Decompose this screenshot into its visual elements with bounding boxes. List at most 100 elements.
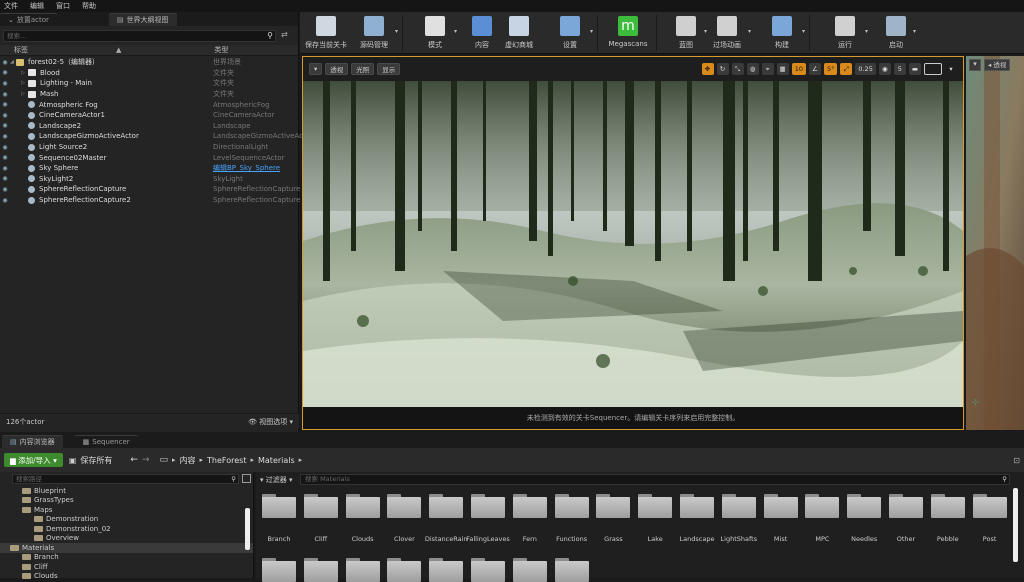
breadcrumb-materials[interactable]: Materials — [258, 456, 295, 465]
outliner-row[interactable]: ◉ ▷ Blood 文件夹 — [0, 68, 298, 79]
asset-folder-label[interactable]: Fern — [507, 535, 553, 543]
dropdown-arrow-icon[interactable]: ▾ — [802, 28, 805, 35]
visibility-eye-icon[interactable]: ◉ — [0, 133, 10, 140]
filters-button[interactable]: ▾ 过滤器 ▾ — [260, 475, 293, 485]
visibility-eye-icon[interactable]: ◉ — [0, 175, 10, 182]
tab-content-browser[interactable]: ▤ 内容浏览器 — [2, 435, 63, 448]
outliner-row[interactable]: ◉ CineCameraActor1 CineCameraActor — [0, 110, 298, 121]
world-local-icon[interactable]: ◍ — [746, 63, 759, 75]
folder-thumbnail-icon[interactable] — [805, 494, 840, 518]
visibility-eye-icon[interactable]: ◉ — [0, 144, 10, 151]
outliner-row[interactable]: ◉ Atmospheric Fog AtmosphericFog — [0, 99, 298, 110]
folder-thumbnail-icon[interactable] — [262, 558, 296, 582]
toolbar-button-modes[interactable]: 模式 ▾ — [415, 12, 457, 54]
folder-thumbnail-icon[interactable] — [345, 494, 380, 518]
breadcrumb-content[interactable]: 内容 — [180, 455, 196, 466]
folder-tree-item[interactable]: Overview — [0, 534, 253, 544]
toolbar-button-save[interactable]: 保存当前关卡 — [300, 12, 352, 54]
dropdown-arrow-icon[interactable]: ▾ — [590, 28, 593, 35]
asset-folder-label[interactable]: Grass — [590, 535, 636, 543]
folder-thumbnail-icon[interactable] — [303, 494, 338, 518]
asset-folder-label[interactable]: Cliff — [298, 535, 344, 543]
asset-folder-label[interactable]: DistanceRain — [423, 535, 469, 543]
asset-folder-label[interactable]: Functions — [549, 535, 595, 543]
asset-folder-label[interactable]: Other — [883, 535, 929, 543]
maximize-icon[interactable]: ▬ — [908, 63, 921, 75]
surface-snap-icon[interactable]: ⌖ — [761, 63, 774, 75]
visibility-eye-icon[interactable]: ◉ — [0, 112, 10, 119]
toolbar-button-build[interactable]: 构建 ▾ — [761, 12, 805, 54]
asset-folder-label[interactable]: Needles — [841, 535, 887, 543]
rotate-tool-icon[interactable]: ↻ — [716, 63, 729, 75]
visibility-eye-icon[interactable]: ◉ — [0, 165, 10, 172]
folder-tree-item[interactable]: Blueprint — [0, 486, 253, 496]
folder-tree-item[interactable]: GrassTypes — [0, 496, 253, 506]
folder-thumbnail-icon[interactable] — [889, 494, 923, 518]
outliner-row[interactable]: ◉ Light Source2 DirectionalLight — [0, 142, 298, 153]
viewport-options-button[interactable]: ▾ — [309, 63, 323, 75]
visibility-eye-icon[interactable]: ◉ — [0, 154, 10, 161]
outliner-row[interactable]: ◉ Sequence02Master LevelSequenceActor — [0, 152, 298, 163]
back-arrow-icon[interactable]: ← — [130, 455, 138, 465]
folder-thumbnail-icon[interactable] — [471, 558, 505, 582]
dropdown-arrow-icon[interactable]: ▾ — [913, 28, 916, 35]
folder-thumbnail-icon[interactable] — [429, 494, 464, 518]
lit-button[interactable]: 光照 — [351, 63, 375, 75]
outliner-search-input[interactable]: 搜索... ⚲ — [3, 30, 276, 42]
folder-tree-item[interactable]: Materials — [0, 543, 253, 553]
folder-thumbnail-icon[interactable] — [512, 494, 547, 518]
rotate-snap-icon[interactable]: ∠ — [808, 63, 821, 75]
toolbar-button-launch[interactable]: 启动 ▾ — [878, 12, 916, 54]
translate-tool-icon[interactable]: ✥ — [701, 63, 714, 75]
folder-thumbnail-icon[interactable] — [596, 494, 631, 518]
asset-folder-label[interactable]: Pebble — [925, 535, 971, 543]
outliner-row[interactable]: ◉ SkyLight2 SkyLight — [0, 174, 298, 185]
folder-thumbnail-icon[interactable] — [345, 558, 380, 582]
column-type[interactable]: 类型 — [214, 45, 228, 55]
folder-thumbnail-icon[interactable] — [680, 494, 714, 518]
folder-thumbnail-icon[interactable] — [972, 494, 1007, 518]
outliner-options-icon[interactable]: ⇄ — [281, 30, 293, 42]
dropdown-arrow-icon[interactable]: ▾ — [748, 28, 751, 35]
toolbar-button-megascans[interactable]: m Megascans — [606, 12, 650, 54]
folder-tree-item[interactable]: Demonstration — [0, 515, 253, 525]
camera-speed-value[interactable]: 5 — [893, 63, 906, 75]
asset-folder-label[interactable]: Landscape — [674, 535, 720, 543]
folder-tree-item[interactable]: Clouds — [0, 572, 253, 582]
layout-dropdown-icon[interactable]: ▾ — [945, 63, 957, 75]
folder-thumbnail-icon[interactable] — [847, 494, 882, 518]
forest-scene-render[interactable] — [303, 81, 963, 407]
toolbar-button-settings[interactable]: 设置 ▾ — [549, 12, 593, 54]
menu-edit[interactable]: 编辑 — [30, 1, 44, 11]
toolbar-button-blueprint[interactable]: 蓝图 ▾ — [667, 12, 707, 54]
breadcrumb-theforest[interactable]: TheForest — [207, 456, 246, 465]
folder-thumbnail-icon[interactable] — [721, 494, 756, 518]
show-button[interactable]: 显示 — [377, 63, 401, 75]
dropdown-arrow-icon[interactable]: ▾ — [454, 28, 457, 35]
layout-icon[interactable] — [924, 63, 942, 75]
outliner-row[interactable]: ◉ ▷ Mash 文件夹 — [0, 89, 298, 100]
asset-folder-label[interactable]: Clouds — [340, 535, 386, 543]
tree-scrollbar[interactable] — [245, 508, 250, 550]
menu-help[interactable]: 帮助 — [82, 1, 96, 11]
visibility-eye-icon[interactable]: ◉ — [0, 80, 10, 87]
visibility-eye-icon[interactable]: ◉ — [0, 59, 10, 66]
menu-window[interactable]: 窗口 — [56, 1, 70, 11]
outliner-row[interactable]: ◉ SphereReflectionCapture2 SphereReflectio… — [0, 195, 300, 206]
toolbar-button-content[interactable]: 内容 — [465, 12, 499, 54]
toolbar-button-play[interactable]: 运行 ▾ — [824, 12, 868, 54]
asset-folder-label[interactable]: MPC — [799, 535, 845, 543]
path-search-input[interactable]: 搜索路径 ⚲ — [12, 474, 239, 484]
folder-thumbnail-icon[interactable] — [303, 558, 338, 582]
scale-tool-icon[interactable]: ⤡ — [731, 63, 744, 75]
lock-icon[interactable]: ⊡ — [1013, 456, 1020, 465]
folder-tree-item[interactable]: Cliff — [0, 562, 253, 572]
dropdown-arrow-icon[interactable]: ▾ — [395, 28, 398, 35]
outliner-row[interactable]: ◉ Sky Sphere 编辑BP_Sky_Sphere — [0, 163, 298, 174]
tree-options-icon[interactable] — [242, 474, 251, 483]
asset-folder-label[interactable]: FallingLeaves — [465, 535, 511, 543]
column-label[interactable]: 标签 — [14, 45, 28, 55]
secondary-viewport-options[interactable]: ▾ — [969, 59, 981, 71]
visibility-eye-icon[interactable]: ◉ — [0, 122, 10, 129]
asset-search-input[interactable]: 搜索 Materials ⚲ — [300, 474, 1010, 485]
